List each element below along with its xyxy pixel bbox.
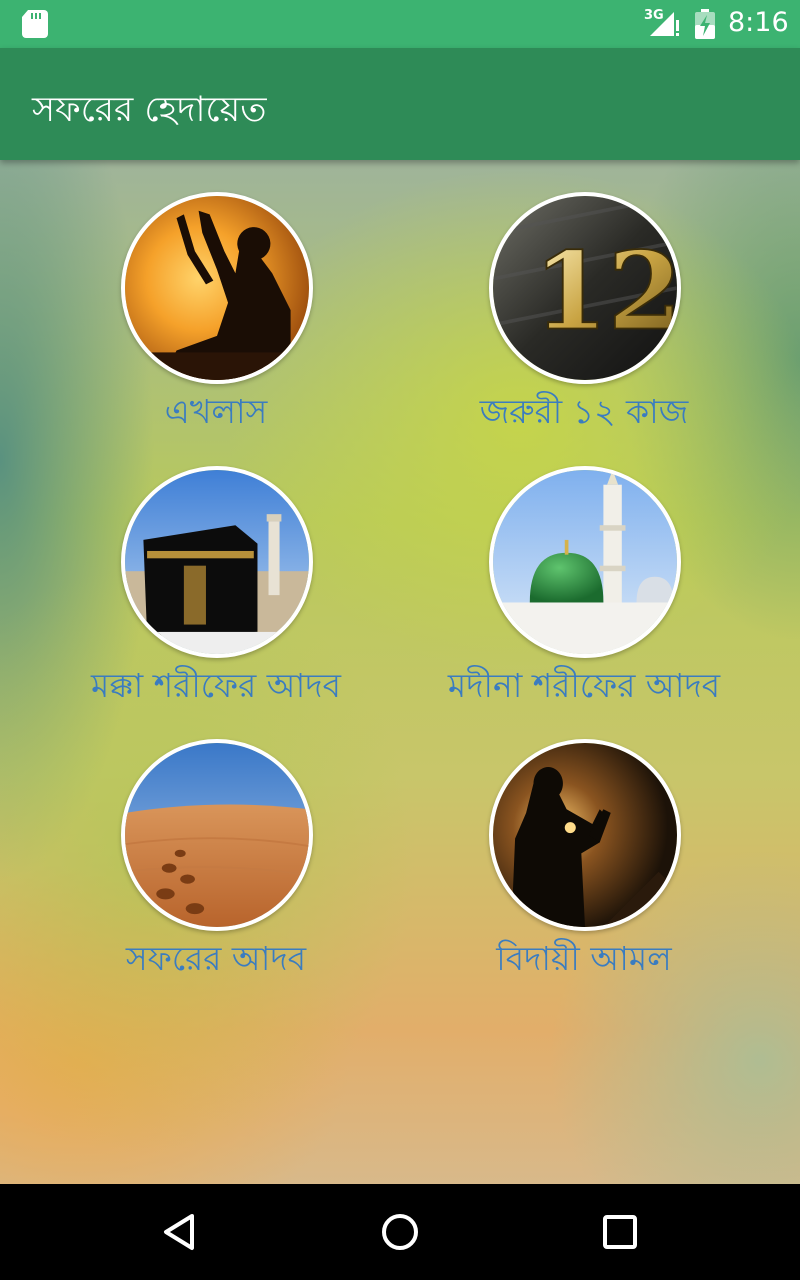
menu-item-travel-etiquette[interactable]: সফরের আদব [31, 707, 401, 978]
app-bar: সফরের হেদায়েত [0, 48, 800, 160]
kaaba-image [121, 466, 313, 658]
menu-item-makkah-etiquette[interactable]: মক্কা শরীফের আদব [31, 434, 401, 705]
menu-item-12-tasks[interactable]: 12 জরুরী ১২ কাজ [399, 160, 769, 431]
sd-card-icon [22, 10, 48, 38]
home-icon[interactable] [372, 1204, 428, 1260]
status-time: 8:16 [728, 7, 789, 38]
svg-text:12: 12 [533, 229, 677, 354]
back-icon[interactable] [152, 1204, 208, 1260]
battery-charging-icon [695, 9, 715, 39]
signal-icon [650, 12, 679, 36]
menu-item-label: সফরের আদব [125, 939, 307, 978]
green-dome-image [489, 466, 681, 658]
praying-silhouette-sunset-image [121, 192, 313, 384]
recent-apps-icon[interactable] [592, 1204, 648, 1260]
system-nav-bar [0, 1184, 800, 1280]
menu-item-ekhlas[interactable]: এখলাস [31, 160, 401, 431]
desert-footprints-image [121, 739, 313, 931]
status-bar: 3G 8:16 [0, 0, 800, 48]
menu-item-label: বিদায়ী আমল [496, 939, 672, 978]
menu-item-farewell-deeds[interactable]: বিদায়ী আমল [399, 707, 769, 978]
page-title: সফরের হেদায়েত [32, 90, 267, 130]
menu-item-madinah-etiquette[interactable]: মদীনা শরীফের আদব [399, 434, 769, 705]
praying-man-dark-image [489, 739, 681, 931]
menu-grid: এখলাস 12 জরুরী ১২ কাজ মক্কা শরীফের আদব ম… [0, 160, 800, 1184]
number-12-image: 12 [489, 192, 681, 384]
